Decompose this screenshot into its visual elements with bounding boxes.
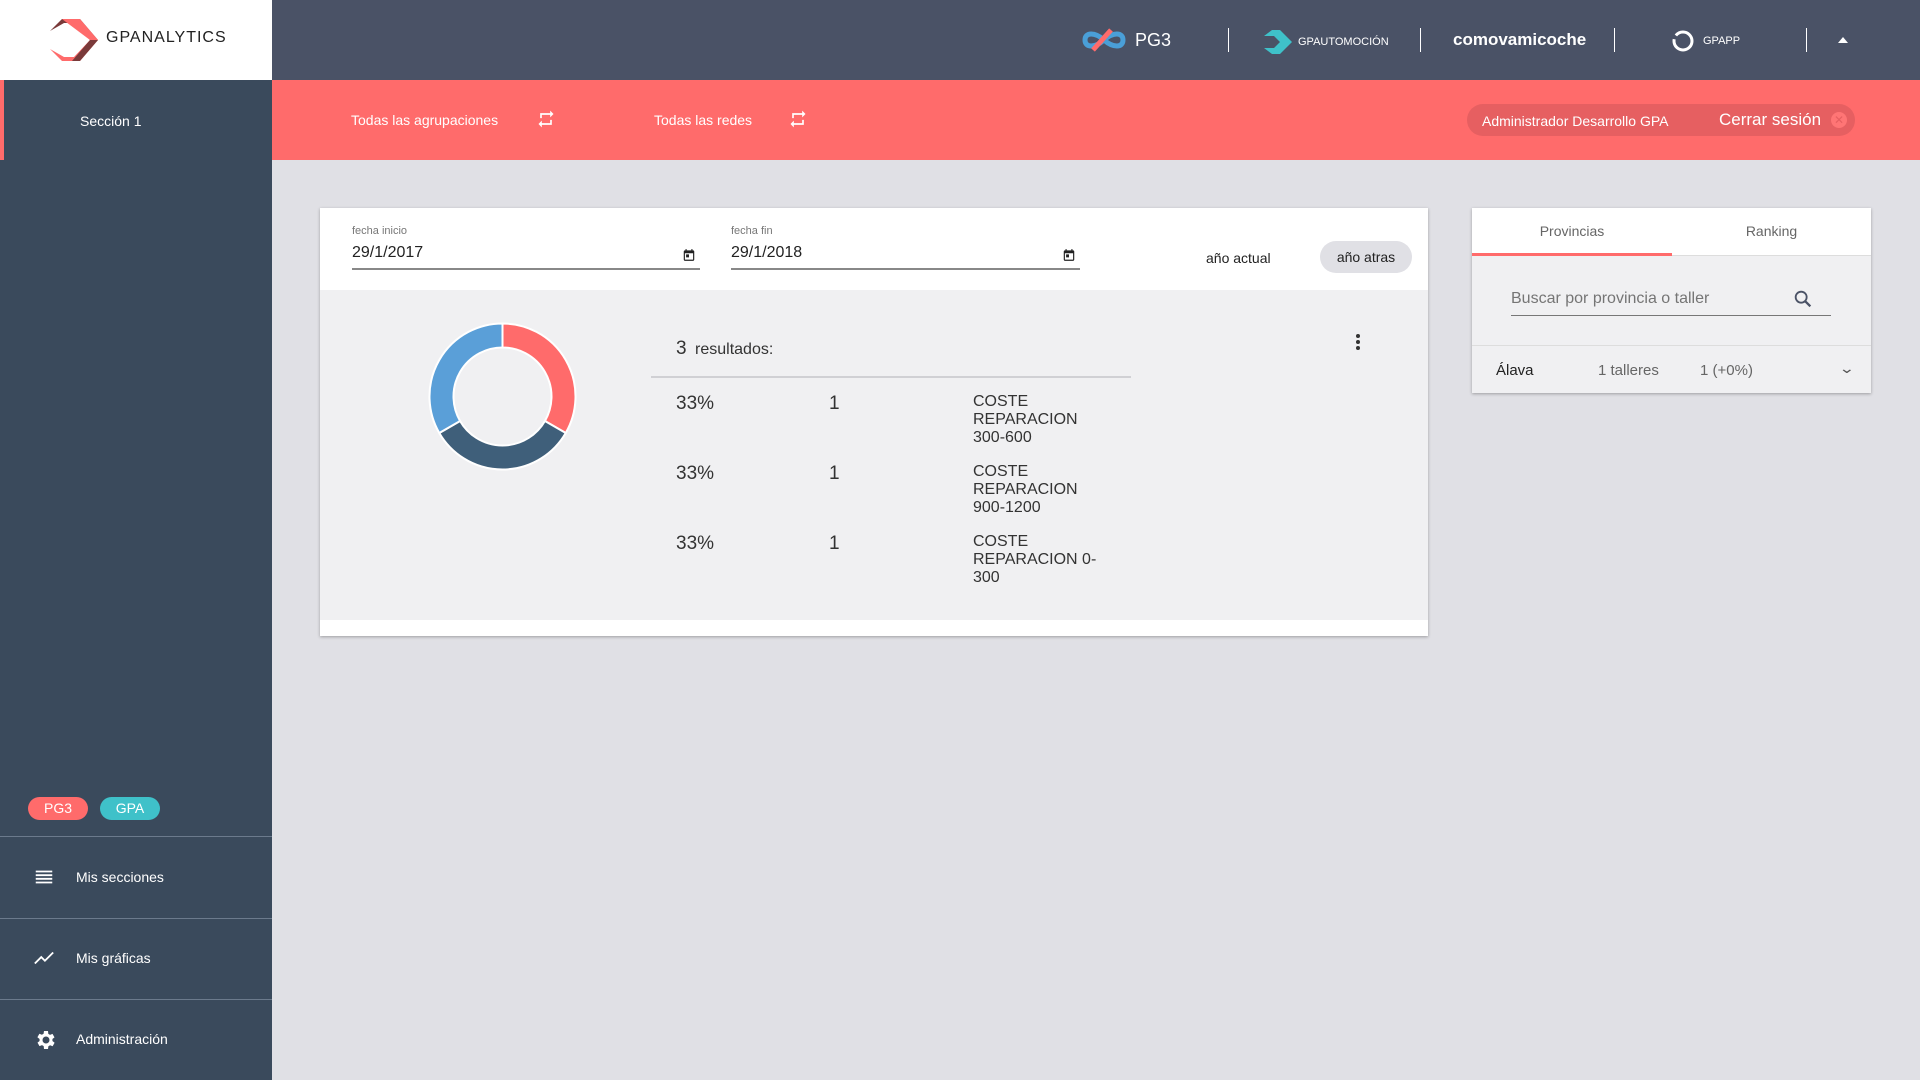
- trend-icon: [34, 951, 54, 965]
- menu-label: Administración: [76, 1031, 168, 1047]
- brand-logo[interactable]: GPANALYTICS: [0, 0, 272, 80]
- pg3-logo[interactable]: PG3: [1081, 26, 1171, 54]
- divider: [0, 836, 272, 837]
- count-value: 3: [676, 338, 687, 359]
- results-card: fecha inicio 29/1/2017 fecha fin 29/1/20…: [320, 208, 1428, 636]
- close-icon[interactable]: ✕: [1831, 112, 1847, 128]
- user-name: Administrador Desarrollo GPA: [1482, 113, 1669, 129]
- tab-ranking[interactable]: Ranking: [1672, 208, 1871, 256]
- swap-icon[interactable]: [536, 109, 556, 129]
- results-count: 3 resultados:: [676, 338, 773, 360]
- calendar-icon[interactable]: [1062, 248, 1076, 262]
- province-value: 1 (+0%): [1700, 362, 1753, 379]
- row-count: 1: [829, 393, 840, 414]
- province-name: Álava: [1496, 362, 1534, 379]
- gpautomocion-logo[interactable]: GPAUTOMOCIÓN: [1264, 30, 1389, 54]
- count-label: resultados:: [695, 341, 774, 358]
- arrow-logo-icon: [1264, 30, 1292, 54]
- search-icon[interactable]: [1792, 288, 1814, 310]
- donut-slice[interactable]: [501, 322, 577, 435]
- divider: [1228, 28, 1229, 52]
- results-area: 3 resultados: 33% 1 COSTE REPARACION 300…: [320, 290, 1428, 620]
- row-percent: 33%: [676, 463, 715, 484]
- province-row[interactable]: Álava 1 talleres 1 (+0%) ⌄: [1472, 346, 1871, 393]
- gear-icon: [37, 1031, 55, 1049]
- underline: [731, 268, 1080, 270]
- pg3-badge[interactable]: PG3: [28, 797, 88, 820]
- logo-text: GPAPP: [1703, 35, 1741, 47]
- user-pill: Administrador Desarrollo GPA Cerrar sesi…: [1467, 104, 1855, 136]
- filter-bar: Todas las agrupaciones Todas las redes A…: [272, 80, 1920, 160]
- wrench-gauge-icon: [1672, 30, 1694, 52]
- collapse-caret-icon[interactable]: [1838, 37, 1848, 43]
- list-icon: [35, 870, 53, 884]
- row-count: 1: [829, 463, 840, 484]
- top-bar: PG3 GPAUTOMOCIÓN comovamicoche GPAPP: [272, 0, 1920, 80]
- donut-slice[interactable]: [428, 322, 504, 435]
- row-category: COSTE REPARACION 300-600: [973, 393, 1078, 446]
- sidebar-item-administracion[interactable]: Administración: [0, 1000, 272, 1080]
- chevron-down-icon[interactable]: ⌄: [1839, 360, 1855, 377]
- menu-label: Mis gráficas: [76, 950, 151, 966]
- comovamicoche-logo[interactable]: comovamicoche: [1453, 30, 1586, 50]
- sidebar-item-mis-secciones[interactable]: Mis secciones: [0, 838, 272, 918]
- tab-provincias[interactable]: Provincias: [1472, 208, 1672, 256]
- province-panel: Provincias Ranking Álava 1 talleres 1 (+…: [1472, 208, 1871, 393]
- donut-slice[interactable]: [437, 419, 568, 471]
- row-category: COSTE REPARACION 0-300: [973, 533, 1097, 586]
- gpa-logo-icon: [50, 19, 98, 61]
- end-date-label: fecha fin: [731, 225, 773, 237]
- divider: [1420, 28, 1421, 52]
- row-count: 1: [829, 533, 840, 554]
- result-row: 33% 1 COSTE REPARACION 300-600: [676, 393, 1146, 453]
- end-date-input[interactable]: 29/1/2018: [731, 244, 1080, 278]
- more-options-icon[interactable]: [1356, 332, 1362, 352]
- sidebar: Sección 1 PG3 GPA Mis secciones Mis gráf…: [0, 0, 272, 1080]
- divider: [1806, 28, 1807, 52]
- groups-filter[interactable]: Todas las agrupaciones: [351, 112, 498, 128]
- start-date-value: 29/1/2017: [352, 244, 424, 261]
- start-date-input[interactable]: 29/1/2017: [352, 244, 700, 278]
- tabs: Provincias Ranking: [1472, 208, 1871, 256]
- logo-text: GPAUTOMOCIÓN: [1298, 36, 1389, 48]
- donut-chart: [428, 322, 577, 471]
- workshop-count: 1 talleres: [1598, 362, 1659, 379]
- year-back-button[interactable]: año atras: [1320, 241, 1412, 273]
- underline: [352, 268, 700, 270]
- result-row: 33% 1 COSTE REPARACION 0-300: [676, 533, 1146, 593]
- current-year-button[interactable]: año actual: [1206, 250, 1271, 266]
- gpa-badge[interactable]: GPA: [100, 797, 160, 820]
- brand-name: GPANALYTICS: [106, 29, 227, 46]
- sidebar-item-section-1[interactable]: Sección 1: [80, 113, 141, 129]
- end-date-value: 29/1/2018: [731, 244, 803, 261]
- logout-button[interactable]: Cerrar sesión: [1719, 110, 1821, 130]
- menu-label: Mis secciones: [76, 869, 164, 885]
- divider: [1614, 28, 1615, 52]
- sidebar-item-mis-graficas[interactable]: Mis gráficas: [0, 919, 272, 999]
- logo-text: PG3: [1135, 29, 1172, 50]
- divider: [651, 376, 1131, 378]
- start-date-label: fecha inicio: [352, 225, 408, 237]
- swap-icon[interactable]: [788, 109, 808, 129]
- row-percent: 33%: [676, 533, 715, 554]
- search-input[interactable]: [1511, 282, 1831, 316]
- infinity-icon: [1082, 28, 1126, 52]
- result-row: 33% 1 COSTE REPARACION 900-1200: [676, 463, 1146, 523]
- active-indicator: [0, 80, 4, 160]
- networks-filter[interactable]: Todas las redes: [654, 112, 752, 128]
- calendar-icon[interactable]: [682, 248, 696, 262]
- row-category: COSTE REPARACION 900-1200: [973, 463, 1078, 516]
- row-percent: 33%: [676, 393, 715, 414]
- gpapp-logo[interactable]: GPAPP: [1671, 29, 1740, 53]
